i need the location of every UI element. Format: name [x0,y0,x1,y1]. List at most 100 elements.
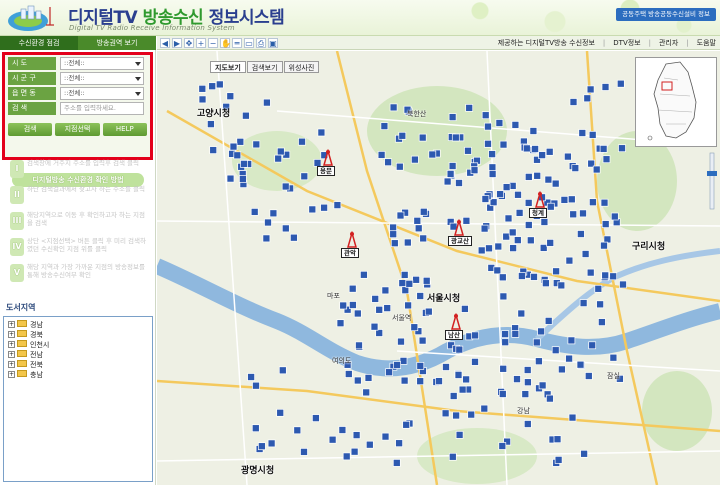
station-marker[interactable] [524,221,533,229]
tree-item[interactable]: + 전남 [8,350,43,360]
station-marker[interactable] [554,456,563,464]
station-marker[interactable] [395,162,404,171]
station-marker[interactable] [312,414,320,422]
station-marker[interactable] [338,426,347,434]
station-marker[interactable] [250,208,259,216]
station-marker[interactable] [349,301,357,309]
station-marker[interactable] [532,338,541,347]
station-marker[interactable] [499,292,508,301]
expand-icon[interactable]: + [8,331,15,338]
station-marker[interactable] [511,330,520,338]
station-marker[interactable] [443,177,452,186]
sido-select[interactable]: ::전체:: [60,57,144,70]
station-marker[interactable] [383,304,392,312]
station-marker[interactable] [618,144,626,153]
station-marker[interactable] [584,372,593,380]
station-marker[interactable] [209,146,218,154]
station-marker[interactable] [455,431,464,439]
admin-link[interactable]: 관리자 [659,38,678,48]
station-marker[interactable] [471,358,479,366]
station-marker[interactable] [504,214,513,223]
station-marker[interactable] [267,439,276,448]
station-marker[interactable] [538,151,546,159]
station-marker[interactable] [371,295,380,303]
map-view[interactable]: 지도보기 검색보기 위성사진 고양시청 북한산 서울시청 서울역 여의도 마포 … [157,51,720,485]
station-marker[interactable] [579,209,587,218]
station-marker[interactable] [410,323,419,332]
station-marker[interactable] [333,201,342,209]
station-marker[interactable] [544,175,553,184]
eupmyeondong-select[interactable]: ::전체:: [60,87,144,100]
station-marker[interactable] [403,238,412,247]
station-marker[interactable] [461,305,469,313]
tab-search-view[interactable]: 검색보기 [246,61,283,73]
station-marker[interactable] [544,317,553,325]
station-marker[interactable] [375,305,384,314]
station-marker[interactable] [495,119,504,127]
station-marker[interactable] [414,224,423,233]
station-marker[interactable] [352,431,361,439]
station-marker[interactable] [229,142,238,151]
station-marker[interactable] [385,368,393,377]
area-icon[interactable]: ▭ [244,38,254,48]
station-marker[interactable] [353,376,362,385]
station-marker[interactable] [517,309,526,318]
station-marker[interactable] [537,327,545,336]
station-marker[interactable] [251,424,260,433]
station-marker[interactable] [598,318,606,326]
station-marker[interactable] [422,276,431,285]
station-marker[interactable] [384,158,392,167]
station-marker[interactable] [455,179,463,187]
station-marker[interactable] [239,175,247,183]
station-marker[interactable] [389,103,398,112]
station-marker[interactable] [401,286,410,295]
station-marker[interactable] [488,170,497,178]
station-marker[interactable] [564,152,572,161]
station-marker[interactable] [502,183,511,191]
station-marker[interactable] [488,163,497,172]
pan-icon[interactable]: ✥ [184,38,194,48]
station-marker[interactable] [496,190,504,198]
tab-map-view[interactable]: 지도보기 [210,61,246,73]
station-marker[interactable] [418,336,427,345]
station-marker[interactable] [529,127,538,135]
station-marker[interactable] [395,439,403,448]
station-marker[interactable] [509,244,517,252]
station-marker[interactable] [215,80,224,89]
station-marker[interactable] [416,377,425,386]
station-marker[interactable] [485,244,493,253]
station-marker[interactable] [300,448,308,456]
forward-icon[interactable]: ▶ [172,38,182,48]
station-marker[interactable] [276,147,285,156]
station-marker[interactable] [269,209,278,218]
station-marker[interactable] [350,447,359,456]
tree-item[interactable]: + 인천시 [8,340,49,350]
station-marker[interactable] [511,121,520,129]
station-marker[interactable] [442,363,450,371]
station-marker[interactable] [524,173,533,181]
dtv-info-link[interactable]: DTV정보 [613,38,640,48]
station-marker[interactable] [480,404,489,413]
tab-reception-check[interactable]: 수신환경 점검 [0,36,78,50]
station-marker[interactable] [518,272,526,280]
station-marker[interactable] [501,338,510,347]
station-marker[interactable] [470,166,479,175]
station-marker[interactable] [308,205,317,214]
station-marker[interactable] [380,122,389,130]
tower-marker[interactable]: 광교산 [448,218,472,246]
station-marker[interactable] [464,146,472,155]
station-marker[interactable] [558,365,566,374]
station-marker[interactable] [298,137,306,146]
station-marker[interactable] [252,381,260,390]
station-marker[interactable] [412,275,420,284]
station-marker[interactable] [416,292,425,300]
station-marker[interactable] [577,230,585,238]
station-marker[interactable] [484,122,492,131]
station-marker[interactable] [539,244,548,252]
station-marker[interactable] [484,139,492,148]
station-marker[interactable] [198,84,207,93]
station-marker[interactable] [262,234,271,243]
station-marker[interactable] [481,111,490,120]
select-point-button[interactable]: 지점선택 [55,123,100,136]
station-marker[interactable] [565,354,573,363]
